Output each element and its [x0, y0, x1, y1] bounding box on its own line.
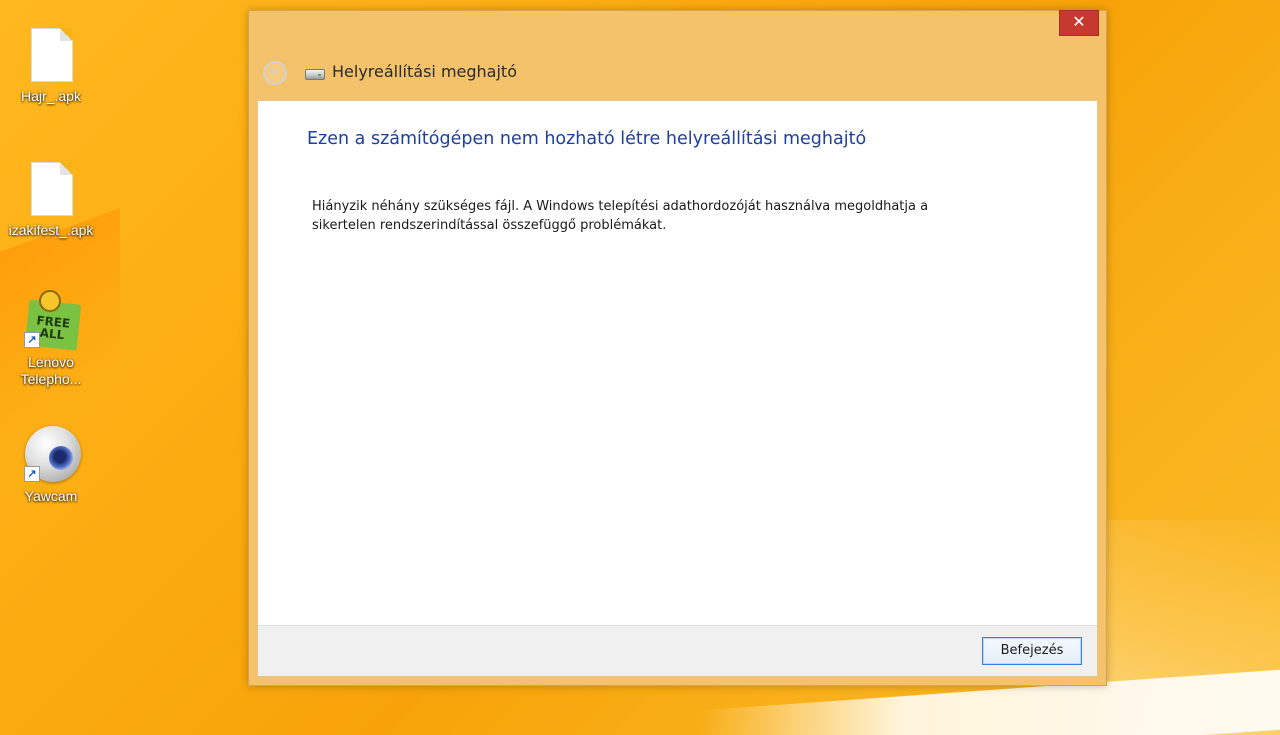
desktop-icon-lenovo-telephone[interactable]: FREE ALL ↗ Lenovo Telepho... [1, 290, 101, 388]
webcam-icon: ↗ [21, 426, 81, 486]
phone-icon [39, 290, 61, 312]
finish-button[interactable]: Befejezés [982, 637, 1082, 665]
desktop-streak [1100, 520, 1280, 735]
message-line: Hiányzik néhány szükséges fájl. A Window… [312, 199, 929, 214]
desktop-icon-hajr-apk[interactable]: Hajr_.apk [1, 26, 101, 105]
close-button[interactable]: ✕ [1059, 10, 1099, 36]
desktop-icon-yawcam[interactable]: ↗ Yawcam [1, 426, 101, 505]
back-arrow-button[interactable]: ← [263, 61, 287, 85]
wizard-footer: Befejezés [258, 625, 1097, 676]
recovery-drive-window: ✕ ← Helyreállítási meghajtó Ezen a számí… [248, 10, 1107, 686]
message-line: sikertelen rendszerindítással összefüggő… [312, 218, 667, 233]
desktop-icon-label: Telepho... [20, 371, 82, 387]
window-title: Helyreállítási meghajtó [332, 62, 517, 81]
page-heading: Ezen a számítógépen nem hozható létre he… [307, 129, 867, 149]
desktop-icon-label: izakifest_.apk [8, 222, 94, 238]
wizard-content: Ezen a számítógépen nem hozható létre he… [257, 100, 1098, 677]
file-icon [21, 160, 81, 220]
free-all-app-icon: FREE ALL ↗ [21, 290, 82, 352]
desktop-icon-label: Hajr_.apk [21, 88, 81, 104]
desktop-icon-label: Yawcam [24, 488, 78, 504]
message-text: Hiányzik néhány szükséges fájl. A Window… [312, 197, 972, 235]
shortcut-arrow-icon: ↗ [24, 332, 40, 348]
drive-icon [305, 69, 325, 80]
shortcut-arrow-icon: ↗ [24, 466, 40, 482]
desktop-icon-label: Lenovo [28, 354, 74, 370]
file-icon [21, 26, 81, 86]
desktop-icon-izakifest-apk[interactable]: izakifest_.apk [1, 160, 101, 239]
